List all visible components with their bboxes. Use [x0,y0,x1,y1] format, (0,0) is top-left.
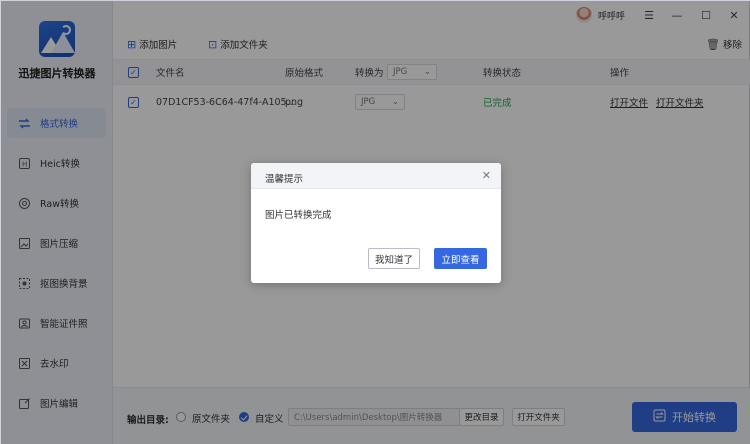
dialog-ok-button[interactable]: 我知道了 [368,248,420,269]
notice-dialog: 温馨提示 ✕ 图片已转换完成 我知道了 立即查看 [251,163,501,283]
dialog-close-icon[interactable]: ✕ [482,169,491,182]
dialog-view-button[interactable]: 立即查看 [434,248,487,269]
dialog-header: 温馨提示 ✕ [251,163,501,189]
dialog-message: 图片已转换完成 [265,210,332,221]
app-window: 迅捷图片转换器 格式转换 H Heic转换 Raw转换 图片压缩 抠图换背景 智… [0,0,750,444]
dialog-title: 温馨提示 [265,174,304,185]
